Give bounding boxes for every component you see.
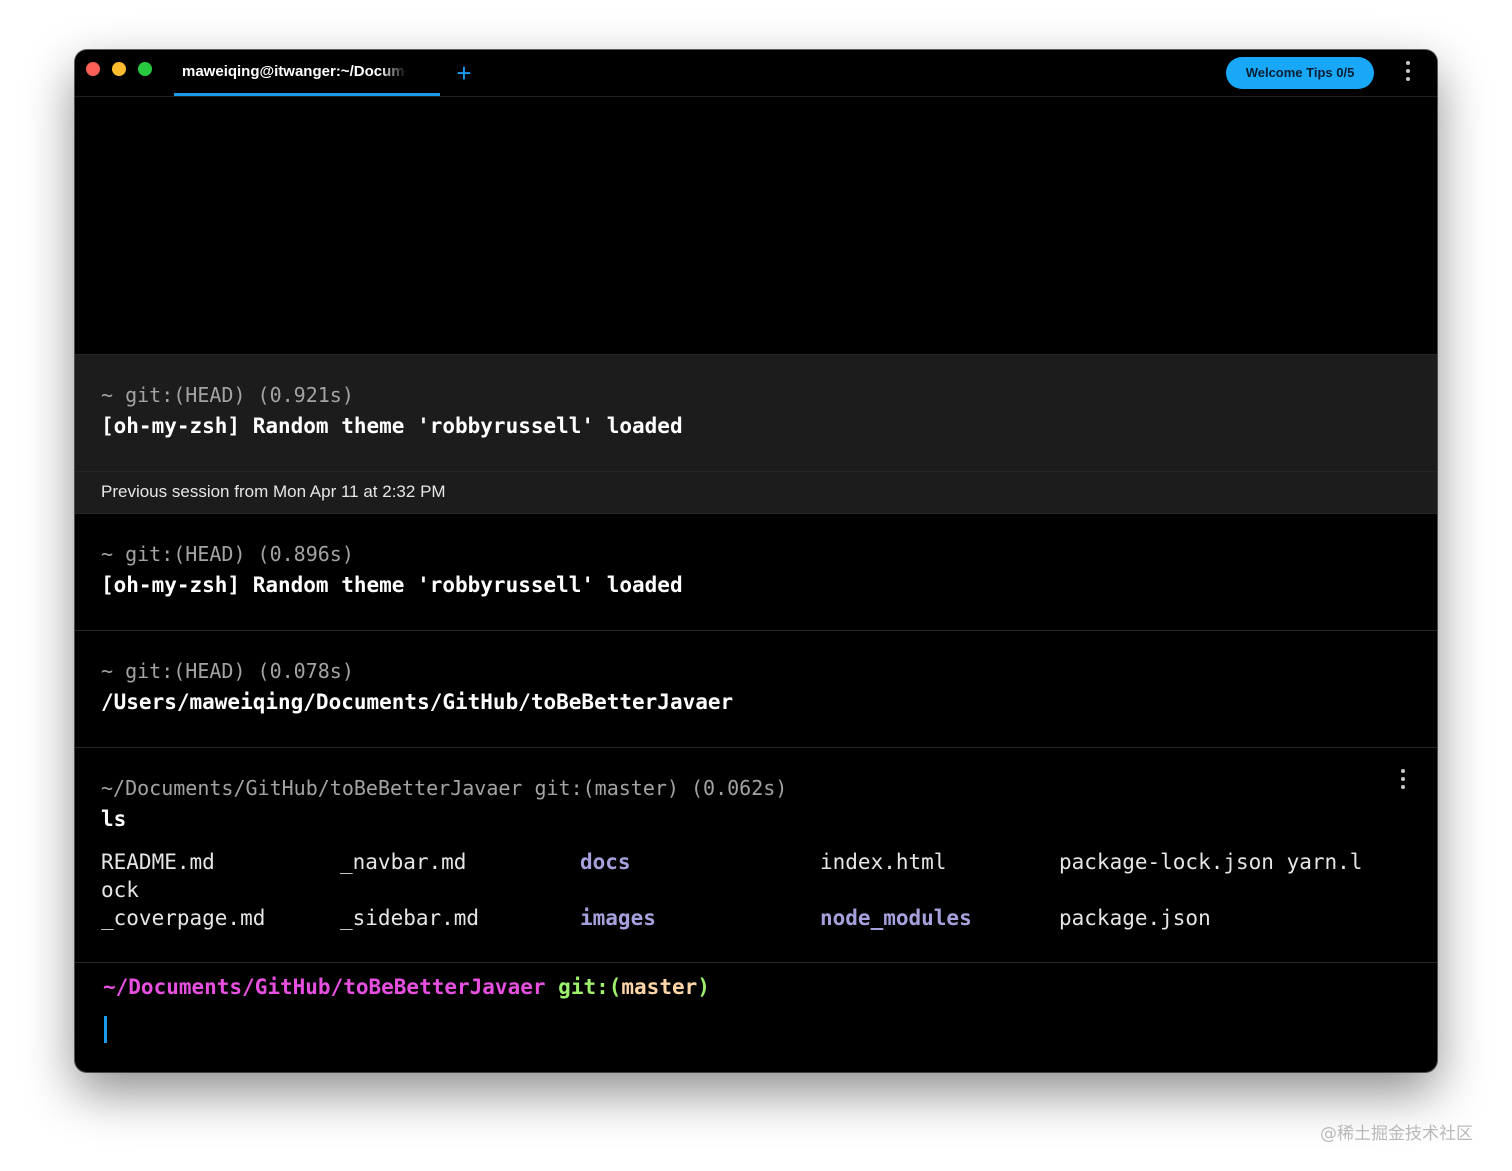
prompt-branch: master <box>621 975 698 999</box>
block-meta: ~/Documents/GitHub/toBeBetterJavaer git:… <box>101 776 788 800</box>
command-block[interactable]: ~/Documents/GitHub/toBeBetterJavaer git:… <box>75 748 1437 962</box>
block-command: [oh-my-zsh] Random theme 'robbyrussell' … <box>101 414 683 438</box>
maximize-window-button[interactable] <box>138 62 152 76</box>
ls-dir-item: node_modules <box>820 906 972 930</box>
ls-file-item: _navbar.md <box>340 850 467 874</box>
ls-file-item: index.html <box>820 850 947 874</box>
command-block[interactable]: ~ git:(HEAD) (0.078s) /Users/maweiqing/D… <box>75 631 1437 747</box>
prompt-git-suffix: ) <box>697 975 710 999</box>
block-command: [oh-my-zsh] Random theme 'robbyrussell' … <box>101 573 683 597</box>
text-cursor <box>104 1016 107 1043</box>
welcome-tips-button[interactable]: Welcome Tips 0/5 <box>1226 57 1374 89</box>
tab-active-session[interactable]: maweiqing@itwanger:~/Documents/GitHub/to… <box>174 50 440 96</box>
command-block[interactable]: ~ git:(HEAD) (0.896s) [oh-my-zsh] Random… <box>75 514 1437 630</box>
ls-file-item: package.json <box>1059 906 1211 930</box>
prompt-path: ~/Documents/GitHub/toBeBetterJavaer <box>103 975 546 999</box>
terminal-window: maweiqing@itwanger:~/Documents/GitHub/to… <box>75 50 1437 1072</box>
title-bar: maweiqing@itwanger:~/Documents/GitHub/to… <box>75 50 1437 97</box>
prompt-git-prefix: git:( <box>558 975 622 999</box>
ls-file-item: README.md <box>101 850 215 874</box>
input-editor[interactable]: ~/Documents/GitHub/toBeBetterJavaer git:… <box>75 963 1437 1072</box>
ls-file-item: _sidebar.md <box>340 906 480 930</box>
new-tab-icon[interactable]: + <box>452 58 476 88</box>
ls-file-item: _coverpage.md <box>101 906 266 930</box>
block-command: /Users/maweiqing/Documents/GitHub/toBeBe… <box>101 690 734 714</box>
ls-dir-item: images <box>580 906 656 930</box>
prompt-line: ~/Documents/GitHub/toBeBetterJavaer git:… <box>103 975 710 999</box>
block-options-icon[interactable] <box>1399 769 1407 795</box>
watermark: @稀土掘金技术社区 <box>1320 1124 1473 1144</box>
more-options-icon[interactable] <box>1404 61 1412 87</box>
block-command: ls <box>101 807 127 831</box>
ls-file-item: package-lock.json yarn.l <box>1059 850 1363 874</box>
session-divider-text: Previous session from Mon Apr 11 at 2:32… <box>101 482 446 501</box>
command-block[interactable]: ~ git:(HEAD) (0.921s) [oh-my-zsh] Random… <box>75 355 1437 471</box>
block-meta: ~ git:(HEAD) (0.078s) <box>101 659 354 683</box>
close-window-button[interactable] <box>86 62 100 76</box>
tab-title: maweiqing@itwanger:~/Documents/GitHub/to… <box>182 63 407 80</box>
minimize-window-button[interactable] <box>112 62 126 76</box>
session-divider: Previous session from Mon Apr 11 at 2:32… <box>75 472 1437 513</box>
block-meta: ~ git:(HEAD) (0.921s) <box>101 383 354 407</box>
block-meta: ~ git:(HEAD) (0.896s) <box>101 542 354 566</box>
ls-wrap-text: ock <box>101 878 139 902</box>
ls-dir-item: docs <box>580 850 631 874</box>
